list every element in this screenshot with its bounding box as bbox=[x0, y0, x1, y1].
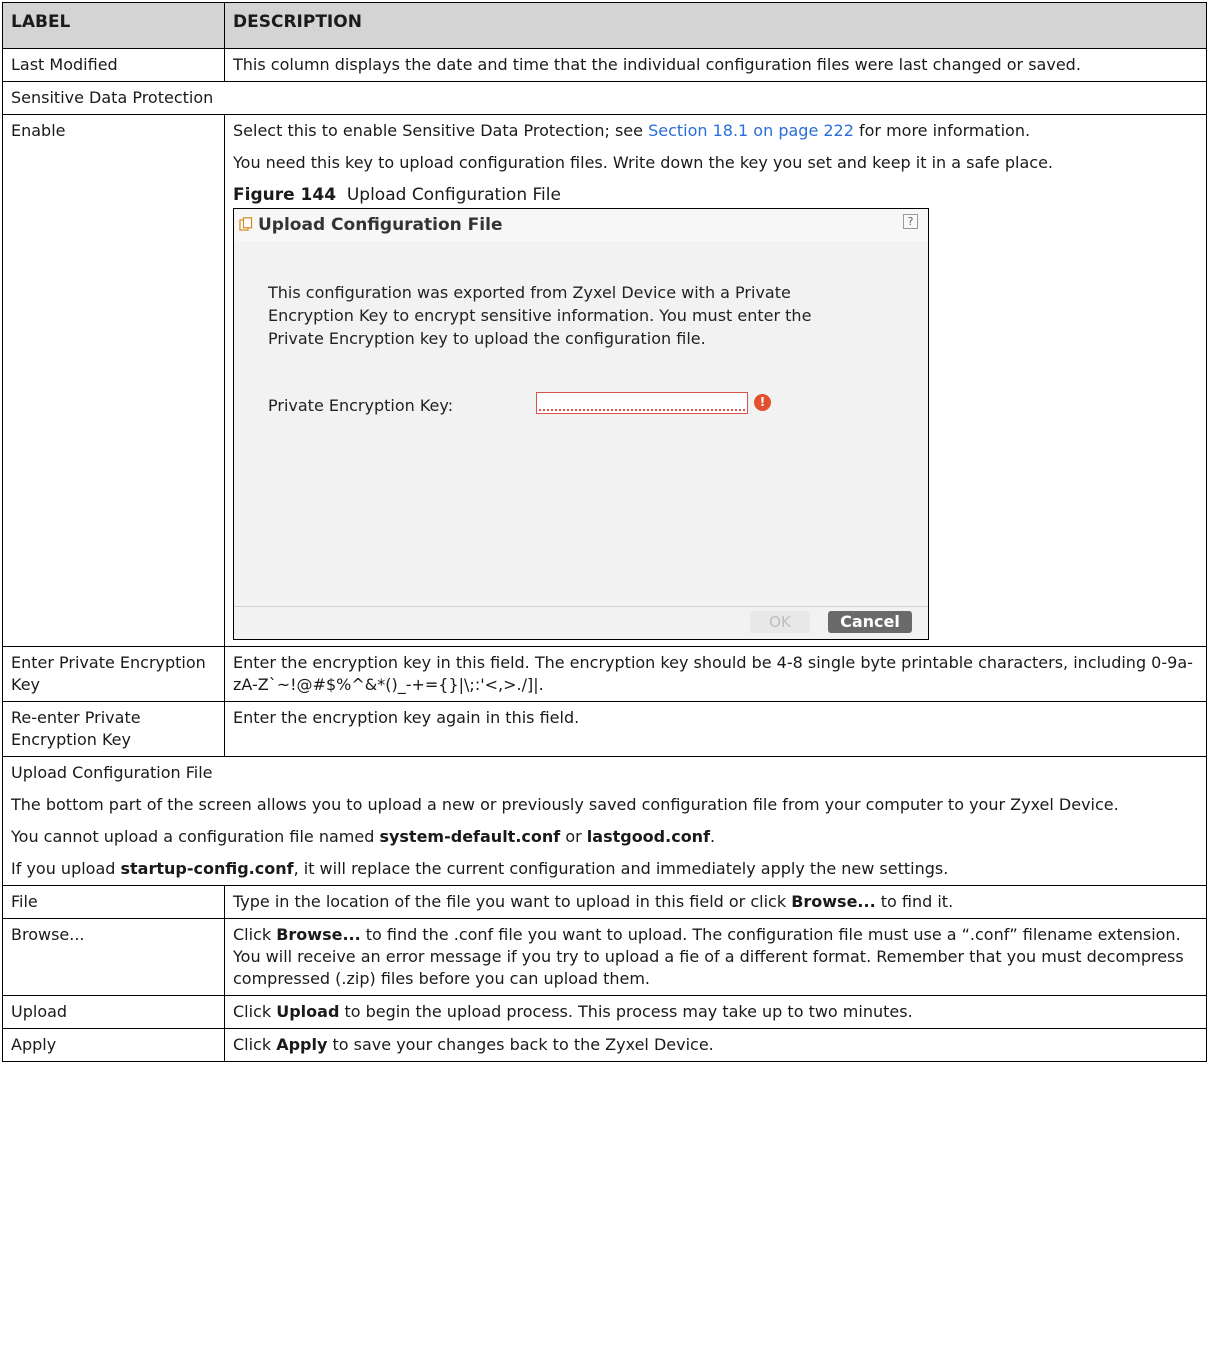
row-label: Re-enter Private Encryption Key bbox=[2, 701, 225, 757]
label-column-header: LABEL bbox=[2, 2, 225, 49]
row-label: Upload bbox=[2, 995, 225, 1029]
table-header-row: LABEL DESCRIPTION bbox=[2, 2, 1207, 49]
enable-paragraph: Select this to enable Sensitive Data Pro… bbox=[233, 121, 1031, 140]
description-column-header: DESCRIPTION bbox=[224, 2, 1207, 49]
key-warning-paragraph: You need this key to upload configuratio… bbox=[233, 153, 1053, 172]
dialog-message: This configuration was exported from Zyx… bbox=[268, 283, 812, 348]
private-key-label: Private Encryption Key: bbox=[268, 396, 454, 415]
upload-restriction-paragraph: You cannot upload a configuration file n… bbox=[11, 827, 716, 846]
private-encryption-key-input[interactable] bbox=[536, 392, 748, 414]
row-label: Last Modified bbox=[2, 48, 225, 82]
dialog-title: Upload Configuration File bbox=[258, 215, 503, 235]
error-icon: ! bbox=[754, 394, 771, 411]
row-label: Enter Private Encryption Key bbox=[2, 646, 225, 702]
row-description: Enter the encryption key in this field. … bbox=[224, 646, 1207, 702]
section-upload-configuration: Upload Configuration File The bottom par… bbox=[2, 756, 1207, 886]
table-row: Last Modified This column displays the d… bbox=[2, 48, 1207, 82]
table-row: Browse... Click Browse... to find the .c… bbox=[2, 918, 1207, 996]
row-description: Select this to enable Sensitive Data Pro… bbox=[224, 114, 1207, 647]
upload-startup-paragraph: If you upload startup-config.conf, it wi… bbox=[11, 859, 949, 878]
table-row: Enter Private Encryption Key Enter the e… bbox=[2, 646, 1207, 702]
table-row: Re-enter Private Encryption Key Enter th… bbox=[2, 701, 1207, 757]
table-row: Enable Select this to enable Sensitive D… bbox=[2, 114, 1207, 647]
section-title-upload-configuration: Upload Configuration File bbox=[11, 763, 213, 782]
table-row: Apply Click Apply to save your changes b… bbox=[2, 1028, 1207, 1062]
figure-caption: Figure 144 Upload Configuration File bbox=[233, 185, 561, 205]
row-description: Click Apply to save your changes back to… bbox=[224, 1028, 1207, 1062]
row-description: Click Upload to begin the upload process… bbox=[224, 995, 1207, 1029]
row-description: This column displays the date and time t… bbox=[224, 48, 1207, 82]
table-row: Upload Click Upload to begin the upload … bbox=[2, 995, 1207, 1029]
section-cross-reference-link[interactable]: Section 18.1 on page 222 bbox=[648, 121, 854, 140]
row-label: Enable bbox=[2, 114, 225, 647]
row-description: Click Browse... to find the .conf file y… bbox=[224, 918, 1207, 996]
row-label: File bbox=[2, 885, 225, 919]
section-row: Sensitive Data Protection bbox=[2, 81, 1207, 115]
ok-button[interactable]: OK bbox=[750, 611, 810, 633]
cancel-button[interactable]: Cancel bbox=[828, 611, 912, 633]
label-description-table: LABEL DESCRIPTION Last Modified This col… bbox=[2, 2, 1207, 1062]
row-description: Type in the location of the file you wan… bbox=[224, 885, 1207, 919]
section-row: Upload Configuration File The bottom par… bbox=[2, 756, 1207, 886]
section-title-sensitive-data: Sensitive Data Protection bbox=[2, 81, 1207, 115]
row-label: Browse... bbox=[2, 918, 225, 996]
copy-icon bbox=[239, 217, 253, 231]
help-icon[interactable]: ? bbox=[903, 214, 918, 229]
table-row: File Type in the location of the file yo… bbox=[2, 885, 1207, 919]
row-label: Apply bbox=[2, 1028, 225, 1062]
dialog-header: Upload Configuration File ? bbox=[234, 209, 928, 241]
upload-intro-paragraph: The bottom part of the screen allows you… bbox=[11, 795, 1119, 814]
upload-configuration-dialog: Upload Configuration File ? This configu… bbox=[233, 208, 929, 640]
dialog-footer: OK Cancel bbox=[234, 606, 928, 639]
row-description: Enter the encryption key again in this f… bbox=[224, 701, 1207, 757]
